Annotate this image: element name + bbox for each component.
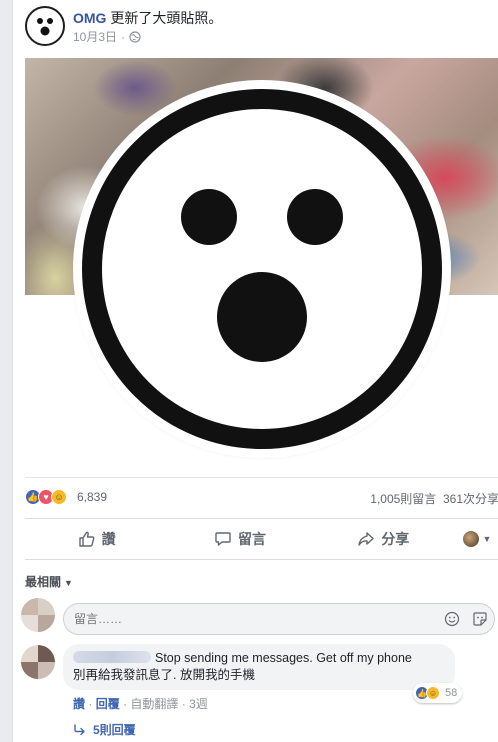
- comment-sort[interactable]: 最相關 ▼: [25, 573, 73, 590]
- replies-count-label: 5則回覆: [93, 723, 136, 737]
- haha-icon: ☺: [51, 489, 67, 505]
- comment-button[interactable]: 留言: [168, 519, 311, 559]
- commenter-name-blurred[interactable]: [73, 651, 151, 663]
- share-icon: [358, 532, 375, 546]
- comment-reactions[interactable]: 👍 ☺ 58: [413, 683, 463, 703]
- comment-input[interactable]: [64, 604, 424, 634]
- shocked-face-logo: [82, 89, 442, 449]
- page-avatar[interactable]: [25, 6, 65, 46]
- comment-input-box[interactable]: [63, 603, 495, 635]
- share-count[interactable]: 361次分享: [443, 492, 498, 506]
- author-name[interactable]: OMG: [73, 10, 106, 26]
- comment-reply-link[interactable]: 回覆: [96, 697, 120, 711]
- comment-actions: 讚 · 回覆 · 自動翻譯 · 3週: [73, 695, 208, 712]
- sort-label: 最相關: [25, 575, 62, 589]
- commenter-avatar[interactable]: [21, 645, 55, 679]
- sort-caret-icon: ▼: [64, 578, 73, 588]
- like-button[interactable]: 讚: [25, 519, 168, 559]
- comment-label: 留言: [237, 531, 266, 547]
- profile-picture[interactable]: [77, 84, 447, 454]
- thumbs-up-icon: [78, 531, 95, 547]
- emoji-icon[interactable]: [444, 611, 460, 627]
- post-title: OMG 更新了大頭貼照。: [73, 8, 222, 28]
- user-mini-avatar: [462, 531, 479, 547]
- current-user-avatar[interactable]: [21, 598, 55, 632]
- dot-separator: ·: [123, 697, 128, 711]
- reply-arrow-icon: [74, 723, 85, 735]
- comment-text-zh: 別再給我發訊息了. 放開我的手機: [73, 668, 255, 682]
- post-action-text: 更新了大頭貼照。: [110, 10, 223, 26]
- page-background-strip: [0, 0, 12, 742]
- reaction-count[interactable]: 6,839: [77, 490, 107, 504]
- reaction-icons[interactable]: 👍 ♥ ☺: [25, 489, 67, 505]
- post-meta: 10月3日 ·: [73, 28, 141, 45]
- share-button[interactable]: 分享: [312, 519, 455, 559]
- view-replies-link[interactable]: 5則回覆: [73, 721, 136, 738]
- dot-separator: ·: [181, 697, 186, 711]
- comment-text-en: Stop sending me messages. Get off my pho…: [155, 651, 412, 665]
- comment-bubble: Stop sending me messages. Get off my pho…: [63, 644, 455, 690]
- haha-icon: ☺: [426, 686, 440, 700]
- comment-icon: [215, 532, 231, 546]
- sticker-icon[interactable]: [472, 611, 488, 627]
- post-card: OMG 更新了大頭貼照。 10月3日 · 👍 ♥ ☺ 6,839 1,005則留…: [12, 0, 498, 742]
- reaction-identity-selector[interactable]: ▼: [455, 531, 498, 547]
- post-action-bar: 讚 留言 分享 ▼: [25, 518, 498, 560]
- shocked-face-icon: [29, 10, 61, 42]
- globe-icon[interactable]: [129, 30, 141, 43]
- meta-separator: ·: [121, 29, 126, 44]
- share-label: 分享: [381, 531, 410, 547]
- caret-down-icon: ▼: [482, 534, 492, 544]
- like-label: 讚: [101, 531, 116, 547]
- comment-age[interactable]: 3週: [189, 697, 208, 711]
- post-date[interactable]: 10月3日: [73, 28, 117, 45]
- reactions-summary: 👍 ♥ ☺ 6,839 1,005則留言 361次分享: [25, 488, 498, 508]
- comment-like-link[interactable]: 讚: [73, 697, 85, 711]
- comment-share-counts: 1,005則留言 361次分享: [370, 490, 498, 507]
- dot-separator: ·: [88, 697, 93, 711]
- profile-photo[interactable]: [25, 58, 498, 478]
- comment-count[interactable]: 1,005則留言: [370, 492, 436, 506]
- comment-reaction-count: 58: [445, 687, 458, 699]
- auto-translate-link[interactable]: 自動翻譯: [130, 697, 178, 711]
